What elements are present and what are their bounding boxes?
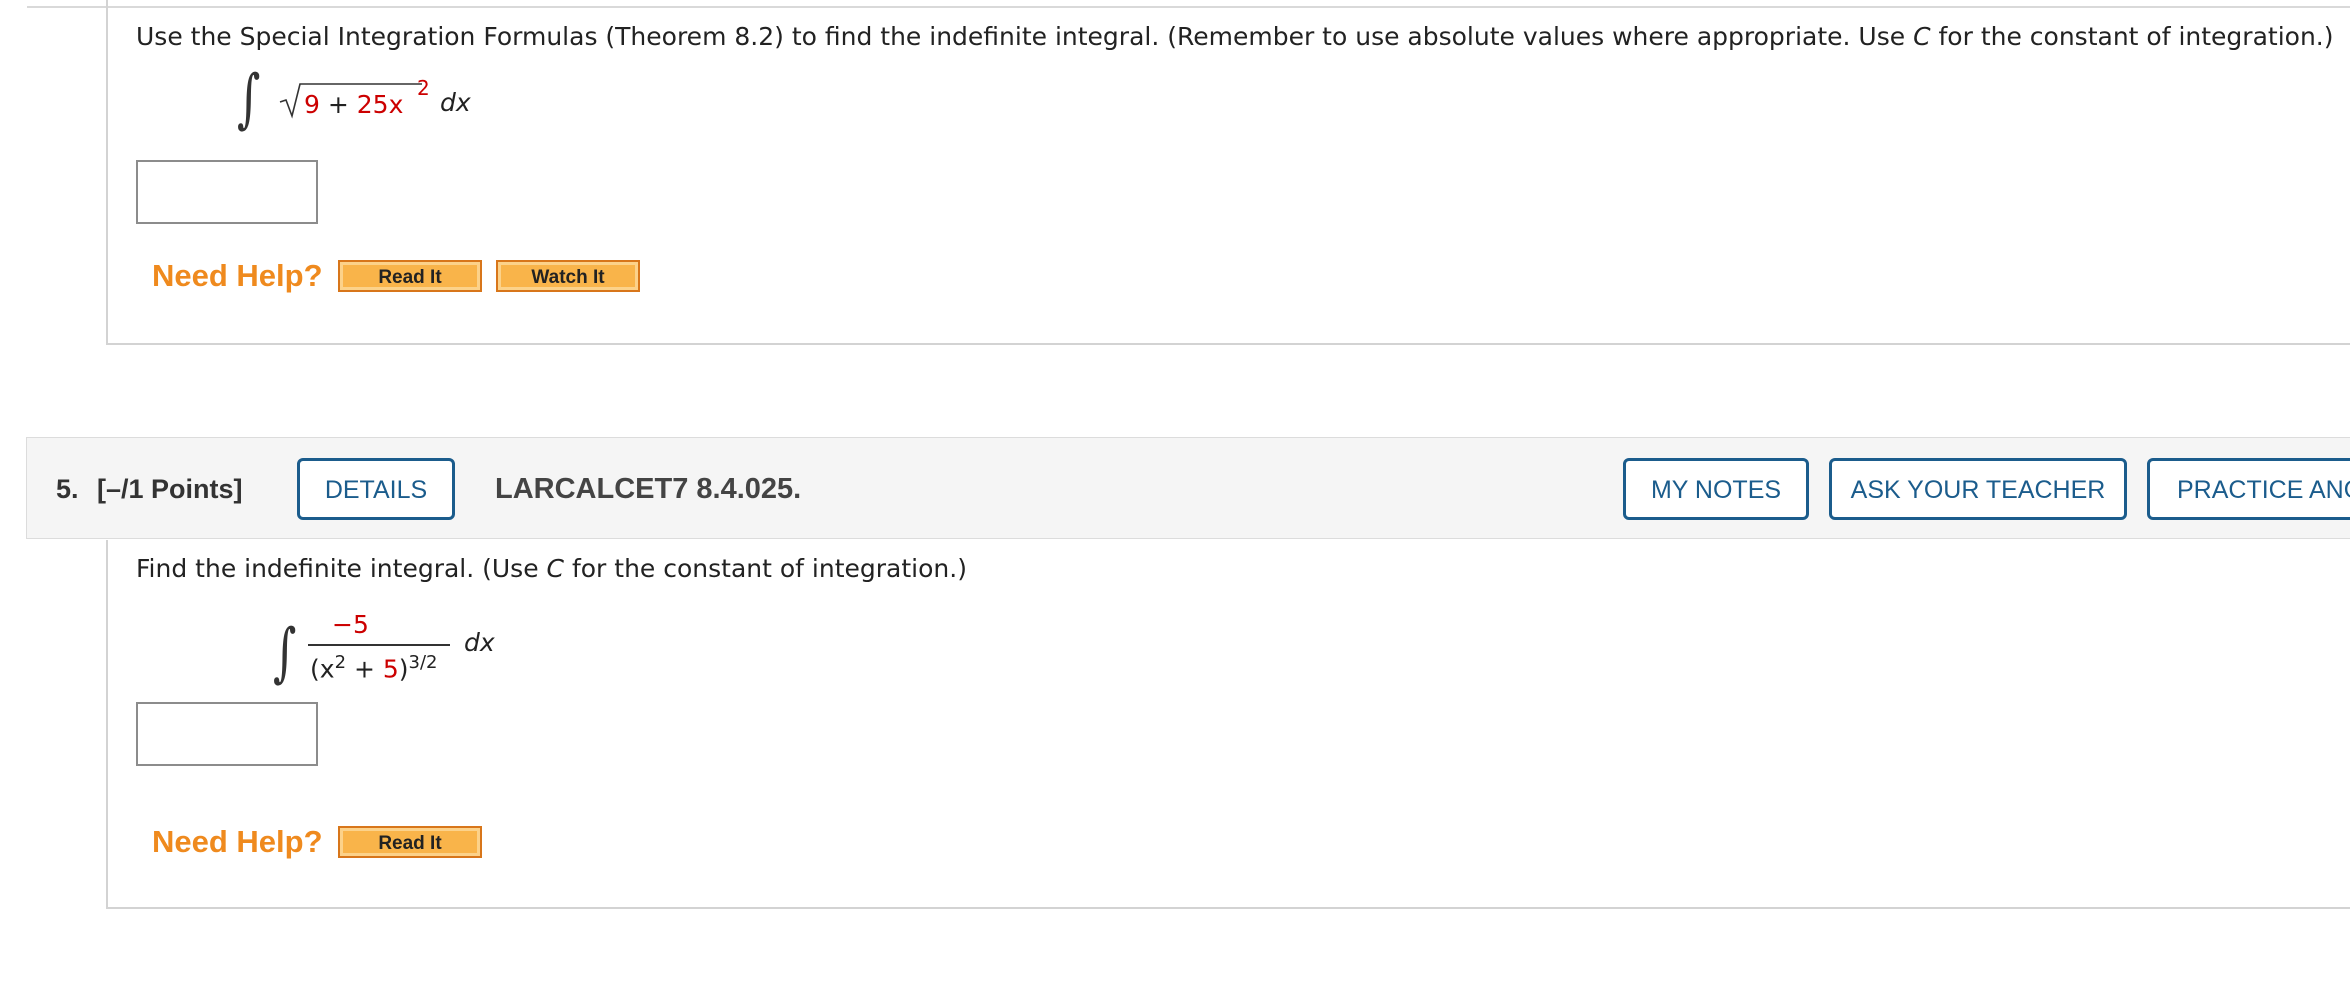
differential: dx <box>464 628 495 657</box>
question-5-answer-input[interactable] <box>136 702 318 766</box>
radicand: 9 + 25x <box>304 90 404 119</box>
ask-your-teacher-button[interactable]: ASK YOUR TEACHER <box>1829 458 2127 520</box>
question-5-body: Find the indefinite integral. (Use C for… <box>106 540 2350 909</box>
differential: dx <box>440 88 471 117</box>
question-4-prompt: Use the Special Integration Formulas (Th… <box>136 22 2334 51</box>
need-help-label: Need Help? <box>152 824 323 859</box>
integral-sign: ∫ <box>237 62 261 136</box>
question-points: [–/1 Points] <box>97 474 243 504</box>
fraction-bar <box>308 644 450 646</box>
denominator: (x2 + 5)3/2 <box>310 652 438 684</box>
numerator: −5 <box>332 610 369 639</box>
my-notes-button[interactable]: MY NOTES <box>1623 458 1809 520</box>
question-code: LARCALCET7 8.4.025. <box>495 473 802 505</box>
watch-it-button[interactable]: Watch It <box>496 260 640 292</box>
question-5-header: 5. [–/1 Points] DETAILS LARCALCET7 8.4.0… <box>26 437 2350 539</box>
read-it-button[interactable]: Read It <box>338 826 482 858</box>
question-4-integral: ∫ 9 + 25x 2 dx <box>232 62 472 148</box>
question-5-prompt: Find the indefinite integral. (Use C for… <box>136 554 967 583</box>
details-button[interactable]: DETAILS <box>297 458 455 520</box>
question-4-answer-input[interactable] <box>136 160 318 224</box>
practice-another-button[interactable]: PRACTICE ANOTHER <box>2147 458 2350 520</box>
question-4-body: Use the Special Integration Formulas (Th… <box>106 0 2350 345</box>
read-it-button[interactable]: Read It <box>338 260 482 292</box>
need-help-label: Need Help? <box>152 258 323 293</box>
integral-sign: ∫ <box>273 616 297 690</box>
radicand-exponent: 2 <box>417 76 430 100</box>
question-number: 5. <box>56 474 79 504</box>
